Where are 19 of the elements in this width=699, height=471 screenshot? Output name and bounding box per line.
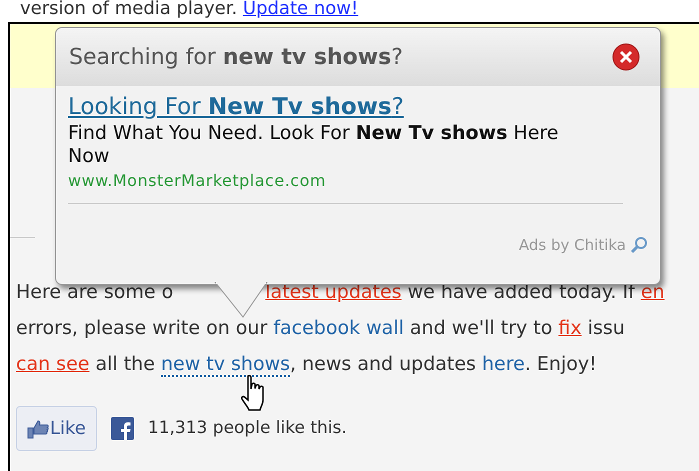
like-button[interactable]: Like (16, 406, 97, 451)
text-link[interactable]: here (482, 353, 525, 375)
text-link[interactable]: en (640, 281, 665, 303)
text-link[interactable]: can see (16, 353, 90, 375)
ads-by-label: Ads by Chitika (518, 235, 626, 256)
search-icon[interactable] (630, 236, 648, 254)
text-link[interactable]: latest updates (265, 281, 402, 303)
facebook-logo-icon (110, 417, 134, 440)
ad-url: www.MonsterMarketplace.com (68, 171, 326, 190)
update-link[interactable]: Update now! (242, 0, 358, 19)
popup-title: Searching for new tv shows? (69, 44, 403, 72)
thumbs-up-icon (27, 418, 49, 438)
close-icon[interactable] (612, 43, 640, 71)
text-link[interactable]: fix (558, 317, 582, 339)
text-link[interactable]: facebook wall (273, 317, 404, 339)
ad-description: Find What You Need. Look For New Tv shows Here Now (68, 122, 560, 170)
ad-headline-link[interactable]: Looking For New Tv shows? (68, 94, 404, 122)
banner-text: version of media player. (20, 0, 238, 19)
like-count: 11,313 people like this. (148, 416, 347, 440)
